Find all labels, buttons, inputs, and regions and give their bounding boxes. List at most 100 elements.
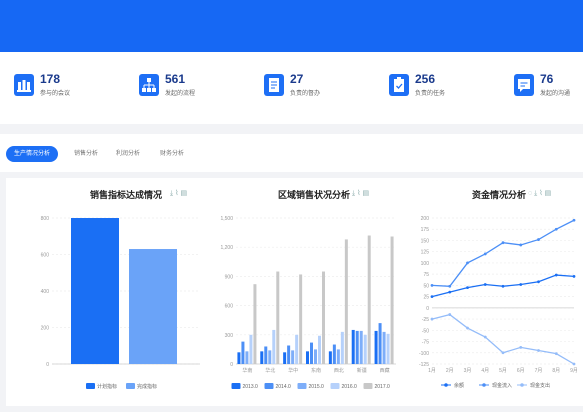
y-tick-label: 175: [421, 227, 430, 233]
bar: [382, 331, 386, 364]
legend-swatch-dot: [444, 383, 448, 387]
data-point: [430, 295, 434, 299]
bar: [245, 351, 249, 364]
chart-svg: 0 200 400 600 800 计划指标 完成指标: [41, 216, 200, 390]
data-point: [537, 280, 540, 284]
stat-label: 发起的沟通: [540, 91, 571, 97]
bar: [272, 329, 276, 364]
chart-toolbar: ◌ ⤓ ⌇ ▤: [528, 189, 551, 198]
tab-profit-analysis[interactable]: 利润分析: [108, 146, 148, 162]
data-view-icon[interactable]: ▤: [362, 190, 369, 197]
x-tick-label: 9月: [570, 368, 578, 374]
bar: [310, 342, 313, 364]
data-point: [466, 261, 469, 265]
legend-swatch: [363, 383, 373, 389]
series-line: [431, 313, 575, 365]
charts-panel: 销售指标达成情况 ⤓ ⌇ ▤ 0 200 400 600 800 计划指标 完成指标 区域销…: [6, 178, 583, 406]
data-point: [537, 238, 540, 241]
y-tick-label: -25: [422, 317, 429, 323]
bar: [249, 334, 253, 364]
legend-swatch: [330, 383, 340, 389]
stat-label: 负责的督办: [290, 91, 321, 97]
bar: [378, 323, 382, 364]
data-point: [537, 349, 540, 352]
x-tick-label: 西北: [334, 367, 344, 374]
bar: [237, 352, 241, 364]
data-point: [554, 273, 558, 277]
bar: [344, 239, 348, 364]
data-view-icon[interactable]: ▤: [180, 190, 187, 197]
bar: [359, 330, 363, 364]
bar: [283, 352, 287, 364]
y-tick-label: 1,200: [220, 245, 233, 251]
y-tick-label: 25: [423, 295, 429, 301]
legend-swatch-dot: [482, 383, 486, 387]
line-view-icon[interactable]: ⌇: [175, 190, 178, 197]
download-icon[interactable]: ⤓: [352, 190, 355, 197]
y-tick-label: 150: [421, 238, 430, 244]
tab-finance-analysis[interactable]: 财务分析: [152, 146, 192, 162]
bar: [332, 344, 336, 364]
y-tick-label: 75: [423, 272, 429, 278]
x-tick-label: 1月: [428, 368, 436, 374]
x-tick-label: 4月: [481, 368, 489, 374]
y-tick-label: 125: [421, 250, 430, 256]
tab-sales-analysis[interactable]: 销售分析: [66, 146, 106, 162]
data-point: [430, 317, 434, 321]
download-icon[interactable]: ⤓: [534, 190, 537, 197]
line-view-icon[interactable]: ⌇: [357, 190, 360, 197]
y-tick-label: 600: [225, 304, 234, 310]
y-tick-label: 400: [41, 289, 50, 295]
stat-label: 发起的流程: [165, 91, 196, 97]
bar: [264, 346, 268, 364]
refresh-icon[interactable]: ◌: [528, 190, 532, 197]
y-tick-label: 300: [225, 333, 234, 339]
x-tick-label: 华中: [288, 367, 298, 374]
legend-swatch: [86, 383, 95, 389]
clipboard-icon: [389, 74, 409, 96]
line-view-icon[interactable]: ⌇: [539, 190, 542, 197]
bar: [355, 330, 359, 364]
x-tick-label: 东南: [311, 367, 321, 374]
y-tick-label: 0: [426, 306, 429, 312]
stat-value: 76: [540, 72, 554, 86]
bar: [367, 235, 371, 364]
y-tick-label: -50: [422, 328, 429, 334]
legend-swatch: [231, 383, 241, 389]
chart-toolbar: ⤓ ⌇ ▤: [352, 189, 369, 198]
data-point: [501, 241, 505, 245]
legend-label: 余额: [454, 382, 464, 389]
stat-label: 参与的会议: [40, 91, 71, 97]
data-point: [501, 351, 505, 355]
stat-value: 256: [415, 72, 436, 86]
data-point: [519, 243, 523, 247]
legend-label: 2014.0: [276, 384, 292, 390]
chat-icon: [514, 74, 534, 96]
data-point: [519, 283, 523, 286]
chart-title: 销售指标达成情况: [90, 190, 163, 200]
legend-label: 计划指标: [97, 383, 117, 390]
bar: [287, 345, 291, 364]
funds-chart: 资金情况分析 ◌ ⤓ ⌇ ▤ -125 -100 -75 -50 -25 0 25 50 75 1…: [402, 178, 583, 406]
tab-production-analysis[interactable]: 生产情况分析: [6, 146, 59, 162]
data-point: [430, 283, 434, 287]
legend-label: 现金流入: [492, 382, 512, 389]
y-tick-label: 200: [41, 326, 50, 332]
data-point: [466, 326, 469, 330]
download-icon[interactable]: ⤓: [170, 190, 173, 197]
stat-value: 178: [40, 72, 61, 86]
chart-svg: 0 300 600 900 1,200 1,500 华南 华北 华中 东南 西北 新疆 西藏 2013.0…: [220, 216, 396, 390]
y-tick-label: -100: [419, 351, 429, 357]
data-point: [572, 275, 576, 278]
top-header-bar: [0, 0, 583, 52]
data-point: [554, 227, 558, 231]
x-tick-label: 7月: [535, 368, 543, 374]
x-tick-label: 华南: [242, 367, 252, 374]
data-point: [483, 252, 487, 256]
legend-label: 2013.0: [243, 384, 259, 390]
data-view-icon[interactable]: ▤: [545, 190, 552, 197]
legend-label: 2016.0: [342, 384, 358, 390]
bar: [363, 334, 367, 364]
x-tick-label: 2月: [446, 368, 454, 374]
data-point: [572, 218, 576, 222]
